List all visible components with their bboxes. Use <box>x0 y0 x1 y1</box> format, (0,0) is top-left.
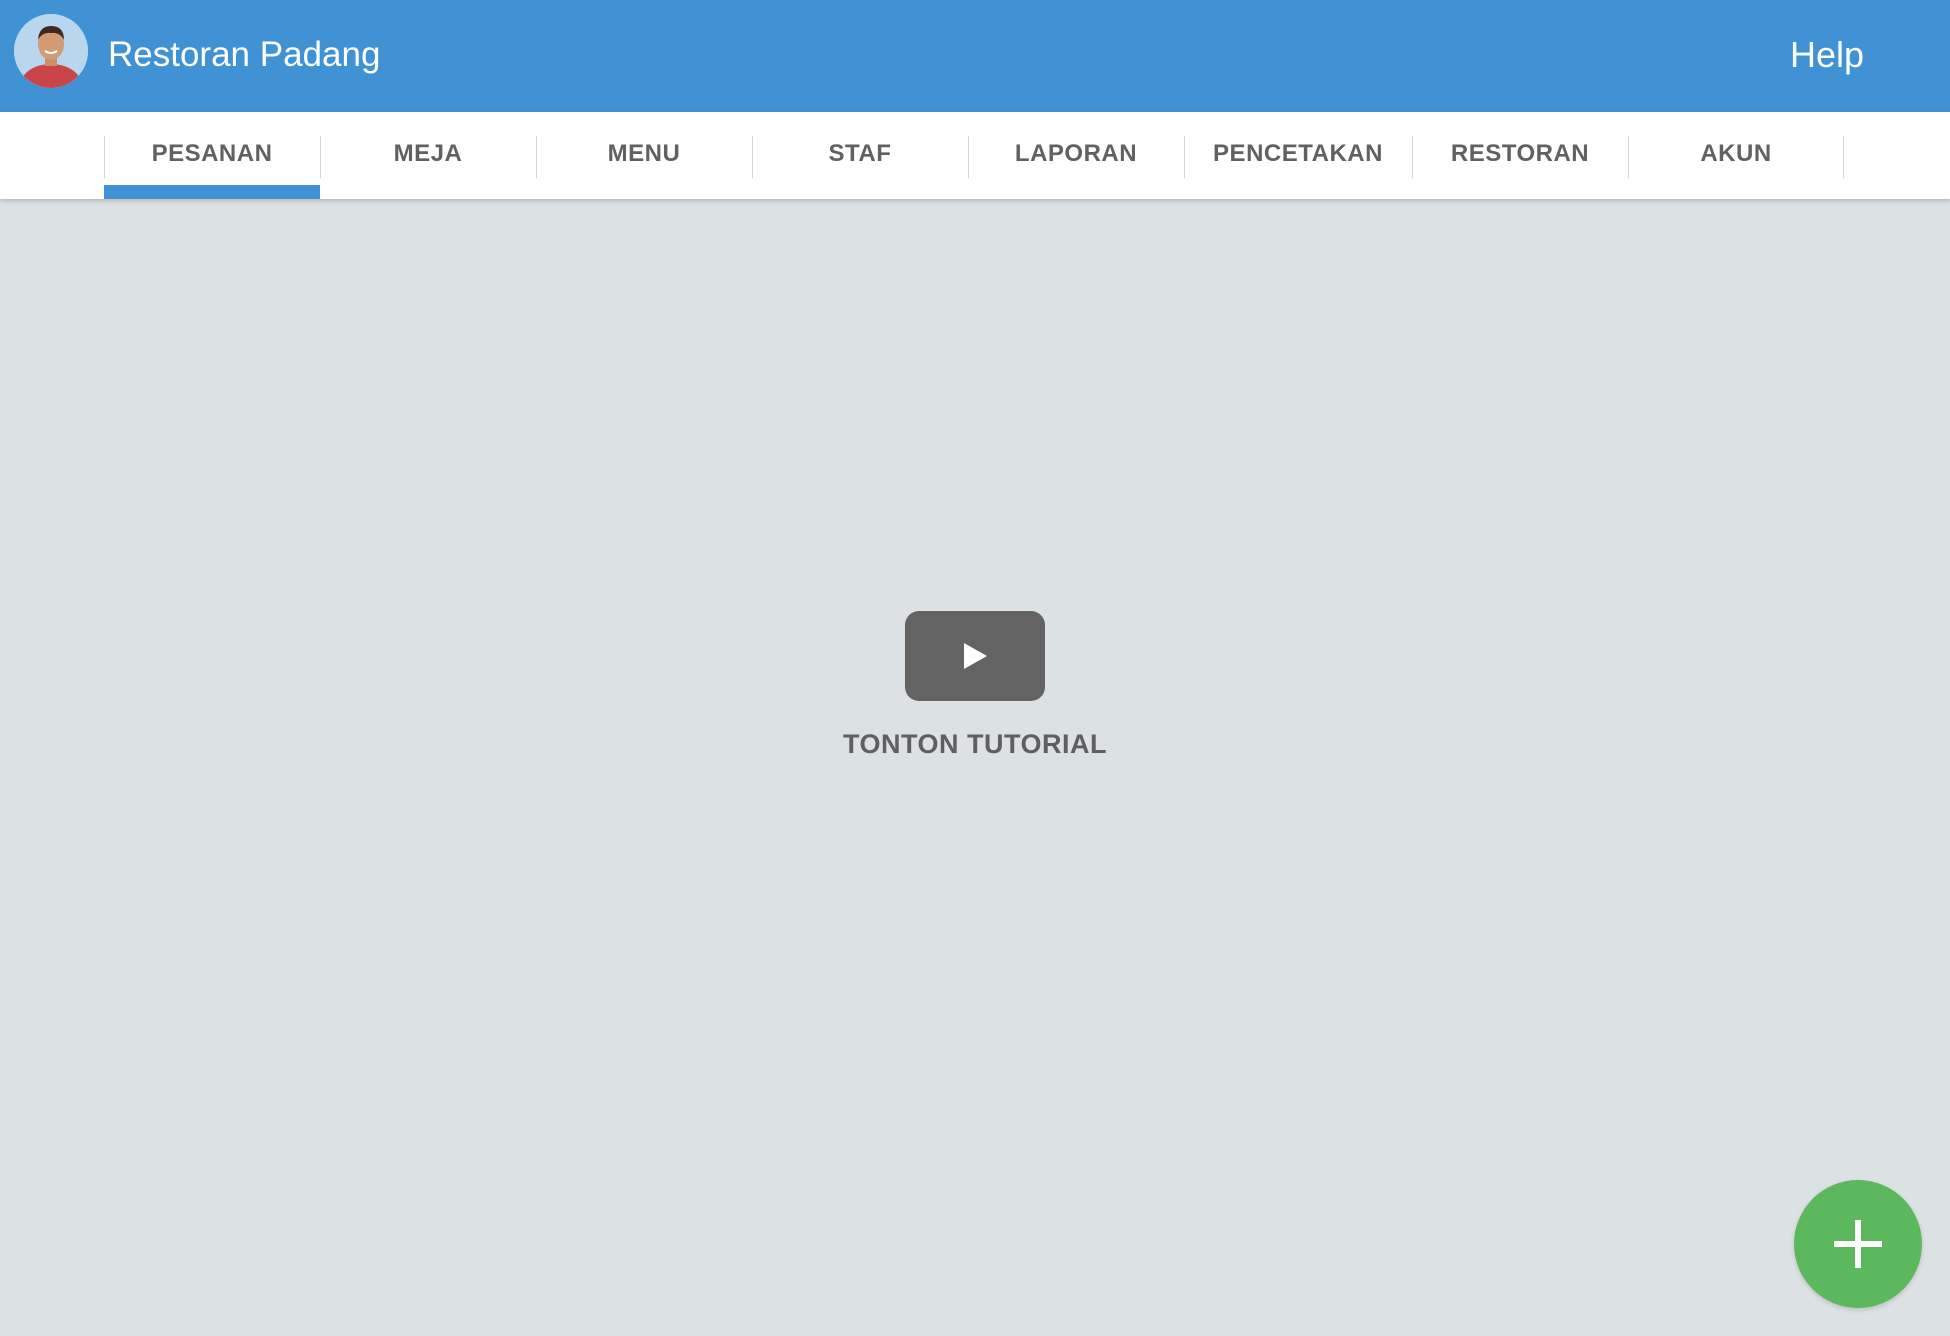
tab-pencetakan[interactable]: PENCETAKAN <box>1184 112 1412 199</box>
avatar-icon <box>14 14 88 88</box>
app-header: Restoran Padang Help <box>0 0 1950 112</box>
tab-restoran[interactable]: RESTORAN <box>1412 112 1628 199</box>
add-button[interactable] <box>1794 1180 1922 1308</box>
tab-label: MENU <box>607 139 681 167</box>
tab-menu[interactable]: MENU <box>536 112 752 199</box>
tutorial-section: TONTON TUTORIAL <box>0 611 1950 760</box>
plus-icon <box>1834 1220 1882 1268</box>
tab-label: STAF <box>828 139 892 167</box>
tab-laporan[interactable]: LAPORAN <box>968 112 1184 199</box>
play-tutorial-button[interactable] <box>905 611 1045 701</box>
tab-label: MEJA <box>393 139 463 167</box>
tab-label: PESANAN <box>151 139 273 167</box>
tab-meja[interactable]: MEJA <box>320 112 536 199</box>
app-root: Restoran Padang Help PESANAN MEJA MENU S… <box>0 0 1950 1336</box>
help-link[interactable]: Help <box>1790 0 1864 112</box>
user-avatar[interactable] <box>14 14 88 88</box>
tab-label: LAPORAN <box>1014 139 1138 167</box>
play-icon <box>964 643 987 669</box>
tab-pesanan[interactable]: PESANAN <box>104 112 320 199</box>
tab-bar: PESANAN MEJA MENU STAF LAPORAN PENCETAKA… <box>0 112 1950 199</box>
tab-list: PESANAN MEJA MENU STAF LAPORAN PENCETAKA… <box>104 112 1844 199</box>
tab-label: RESTORAN <box>1450 139 1590 167</box>
app-title: Restoran Padang <box>108 35 381 74</box>
tab-label: PENCETAKAN <box>1213 139 1383 167</box>
tab-staf[interactable]: STAF <box>752 112 968 199</box>
tutorial-label[interactable]: TONTON TUTORIAL <box>843 729 1107 760</box>
tab-label: AKUN <box>1700 139 1772 167</box>
active-tab-indicator <box>104 185 320 199</box>
tab-akun[interactable]: AKUN <box>1628 112 1844 199</box>
